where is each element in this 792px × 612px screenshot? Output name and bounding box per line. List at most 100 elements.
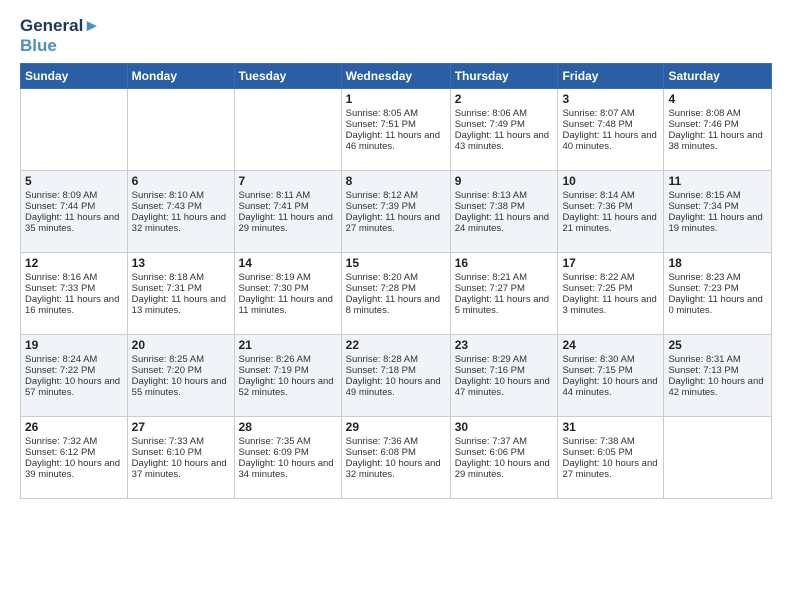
sunrise-text: Sunrise: 8:22 AM [562, 272, 659, 283]
day-cell: 18Sunrise: 8:23 AMSunset: 7:23 PMDayligh… [664, 253, 772, 335]
day-cell: 8Sunrise: 8:12 AMSunset: 7:39 PMDaylight… [341, 171, 450, 253]
sunrise-text: Sunrise: 8:10 AM [132, 190, 230, 201]
day-cell: 31Sunrise: 7:38 AMSunset: 6:05 PMDayligh… [558, 417, 664, 499]
daylight-text: Daylight: 10 hours and 42 minutes. [668, 376, 767, 398]
daylight-text: Daylight: 11 hours and 46 minutes. [346, 130, 446, 152]
sunset-text: Sunset: 7:23 PM [668, 283, 767, 294]
day-number: 19 [25, 338, 123, 352]
sunrise-text: Sunrise: 8:06 AM [455, 108, 554, 119]
day-cell: 21Sunrise: 8:26 AMSunset: 7:19 PMDayligh… [234, 335, 341, 417]
day-cell [664, 417, 772, 499]
daylight-text: Daylight: 10 hours and 52 minutes. [239, 376, 337, 398]
day-cell: 3Sunrise: 8:07 AMSunset: 7:48 PMDaylight… [558, 89, 664, 171]
daylight-text: Daylight: 11 hours and 0 minutes. [668, 294, 767, 316]
daylight-text: Daylight: 11 hours and 19 minutes. [668, 212, 767, 234]
week-row-2: 5Sunrise: 8:09 AMSunset: 7:44 PMDaylight… [21, 171, 772, 253]
page: General► Blue SundayMondayTuesdayWednesd… [0, 0, 792, 612]
daylight-text: Daylight: 11 hours and 32 minutes. [132, 212, 230, 234]
daylight-text: Daylight: 10 hours and 57 minutes. [25, 376, 123, 398]
week-row-1: 1Sunrise: 8:05 AMSunset: 7:51 PMDaylight… [21, 89, 772, 171]
sunrise-text: Sunrise: 8:16 AM [25, 272, 123, 283]
day-number: 8 [346, 174, 446, 188]
day-cell [234, 89, 341, 171]
weekday-header-thursday: Thursday [450, 64, 558, 89]
sunrise-text: Sunrise: 8:28 AM [346, 354, 446, 365]
sunset-text: Sunset: 7:13 PM [668, 365, 767, 376]
sunrise-text: Sunrise: 8:09 AM [25, 190, 123, 201]
day-cell: 25Sunrise: 8:31 AMSunset: 7:13 PMDayligh… [664, 335, 772, 417]
day-cell: 29Sunrise: 7:36 AMSunset: 6:08 PMDayligh… [341, 417, 450, 499]
day-number: 16 [455, 256, 554, 270]
sunrise-text: Sunrise: 8:20 AM [346, 272, 446, 283]
day-number: 26 [25, 420, 123, 434]
daylight-text: Daylight: 11 hours and 38 minutes. [668, 130, 767, 152]
calendar-table: SundayMondayTuesdayWednesdayThursdayFrid… [20, 63, 772, 499]
weekday-header-saturday: Saturday [664, 64, 772, 89]
day-cell: 30Sunrise: 7:37 AMSunset: 6:06 PMDayligh… [450, 417, 558, 499]
sunrise-text: Sunrise: 8:08 AM [668, 108, 767, 119]
sunrise-text: Sunrise: 8:13 AM [455, 190, 554, 201]
weekday-header-friday: Friday [558, 64, 664, 89]
sunset-text: Sunset: 7:30 PM [239, 283, 337, 294]
sunrise-text: Sunrise: 8:11 AM [239, 190, 337, 201]
day-number: 23 [455, 338, 554, 352]
weekday-header-tuesday: Tuesday [234, 64, 341, 89]
day-cell: 2Sunrise: 8:06 AMSunset: 7:49 PMDaylight… [450, 89, 558, 171]
daylight-text: Daylight: 10 hours and 39 minutes. [25, 458, 123, 480]
sunset-text: Sunset: 7:28 PM [346, 283, 446, 294]
day-number: 17 [562, 256, 659, 270]
day-number: 2 [455, 92, 554, 106]
sunrise-text: Sunrise: 8:15 AM [668, 190, 767, 201]
sunset-text: Sunset: 6:08 PM [346, 447, 446, 458]
daylight-text: Daylight: 11 hours and 35 minutes. [25, 212, 123, 234]
day-number: 4 [668, 92, 767, 106]
day-cell: 19Sunrise: 8:24 AMSunset: 7:22 PMDayligh… [21, 335, 128, 417]
weekday-header-row: SundayMondayTuesdayWednesdayThursdayFrid… [21, 64, 772, 89]
sunset-text: Sunset: 7:34 PM [668, 201, 767, 212]
weekday-header-sunday: Sunday [21, 64, 128, 89]
day-number: 20 [132, 338, 230, 352]
day-cell: 14Sunrise: 8:19 AMSunset: 7:30 PMDayligh… [234, 253, 341, 335]
daylight-text: Daylight: 11 hours and 29 minutes. [239, 212, 337, 234]
logo-text: General► [20, 16, 100, 36]
sunrise-text: Sunrise: 7:33 AM [132, 436, 230, 447]
daylight-text: Daylight: 11 hours and 11 minutes. [239, 294, 337, 316]
sunrise-text: Sunrise: 8:29 AM [455, 354, 554, 365]
day-cell: 28Sunrise: 7:35 AMSunset: 6:09 PMDayligh… [234, 417, 341, 499]
day-cell: 12Sunrise: 8:16 AMSunset: 7:33 PMDayligh… [21, 253, 128, 335]
sunrise-text: Sunrise: 7:32 AM [25, 436, 123, 447]
daylight-text: Daylight: 10 hours and 49 minutes. [346, 376, 446, 398]
sunrise-text: Sunrise: 8:19 AM [239, 272, 337, 283]
sunset-text: Sunset: 7:39 PM [346, 201, 446, 212]
day-number: 28 [239, 420, 337, 434]
day-number: 9 [455, 174, 554, 188]
daylight-text: Daylight: 10 hours and 55 minutes. [132, 376, 230, 398]
day-number: 10 [562, 174, 659, 188]
day-number: 25 [668, 338, 767, 352]
day-number: 1 [346, 92, 446, 106]
sunset-text: Sunset: 7:15 PM [562, 365, 659, 376]
day-cell: 15Sunrise: 8:20 AMSunset: 7:28 PMDayligh… [341, 253, 450, 335]
logo: General► Blue [20, 16, 100, 55]
sunset-text: Sunset: 7:48 PM [562, 119, 659, 130]
day-cell: 5Sunrise: 8:09 AMSunset: 7:44 PMDaylight… [21, 171, 128, 253]
day-number: 15 [346, 256, 446, 270]
day-cell: 26Sunrise: 7:32 AMSunset: 6:12 PMDayligh… [21, 417, 128, 499]
sunrise-text: Sunrise: 8:21 AM [455, 272, 554, 283]
sunset-text: Sunset: 7:18 PM [346, 365, 446, 376]
day-cell: 9Sunrise: 8:13 AMSunset: 7:38 PMDaylight… [450, 171, 558, 253]
daylight-text: Daylight: 10 hours and 27 minutes. [562, 458, 659, 480]
day-number: 5 [25, 174, 123, 188]
sunset-text: Sunset: 7:36 PM [562, 201, 659, 212]
sunrise-text: Sunrise: 8:30 AM [562, 354, 659, 365]
sunset-text: Sunset: 7:31 PM [132, 283, 230, 294]
day-number: 31 [562, 420, 659, 434]
sunrise-text: Sunrise: 8:25 AM [132, 354, 230, 365]
day-number: 13 [132, 256, 230, 270]
sunrise-text: Sunrise: 7:38 AM [562, 436, 659, 447]
daylight-text: Daylight: 11 hours and 3 minutes. [562, 294, 659, 316]
sunrise-text: Sunrise: 8:26 AM [239, 354, 337, 365]
daylight-text: Daylight: 10 hours and 44 minutes. [562, 376, 659, 398]
sunset-text: Sunset: 6:06 PM [455, 447, 554, 458]
sunset-text: Sunset: 7:49 PM [455, 119, 554, 130]
